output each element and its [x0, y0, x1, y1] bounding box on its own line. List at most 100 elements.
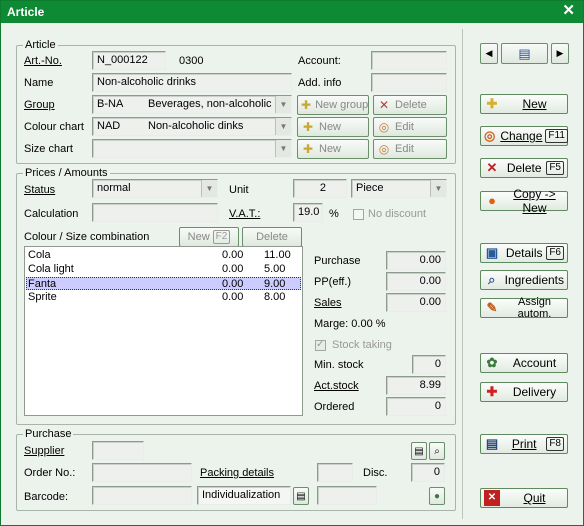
- purchase-legend: Purchase: [25, 428, 72, 440]
- arrow-right-icon: ▶: [556, 48, 564, 58]
- order-no-label: Order No.:: [24, 467, 76, 479]
- chevron-down-icon[interactable]: ▼: [275, 96, 291, 113]
- print-button[interactable]: ▤ Print F8: [480, 434, 568, 454]
- disc-field[interactable]: 0: [411, 463, 445, 482]
- supplier-list-button[interactable]: ▤: [411, 442, 427, 460]
- combo-label: Colour / Size combination: [24, 231, 150, 243]
- barcode-button[interactable]: ●: [429, 487, 445, 505]
- change-button[interactable]: ◎ Change F11: [480, 126, 568, 146]
- delivery-icon: ✚: [486, 384, 498, 399]
- list-item[interactable]: Cola light 0.00 5.00: [26, 263, 301, 276]
- chevron-down-icon[interactable]: ▼: [275, 118, 291, 135]
- ordered-label: Ordered: [314, 401, 355, 413]
- name-field[interactable]: Non-alcoholic drinks: [92, 73, 292, 92]
- calculation-field[interactable]: [92, 203, 218, 222]
- art-code: 0300: [179, 55, 204, 67]
- group-name: Beverages, non-alcoholic: [148, 98, 272, 110]
- new-colour-button[interactable]: ✚ New: [297, 117, 369, 137]
- list-item[interactable]: Sprite 0.00 8.00: [26, 291, 301, 304]
- supplier-label: Supplier: [24, 445, 65, 457]
- min-stock-label: Min. stock: [314, 359, 364, 371]
- wand-icon: ✎: [486, 300, 498, 315]
- ingredients-button[interactable]: ⌕ Ingredients: [480, 270, 568, 290]
- delete-group-button[interactable]: ✕ Delete: [373, 95, 447, 115]
- copy-new-button[interactable]: ● Copy -> New: [480, 187, 568, 215]
- title-bar: Article ✕: [1, 1, 583, 23]
- colour-code: NAD: [97, 120, 121, 132]
- barcode-extra-field[interactable]: [317, 486, 377, 505]
- combo-list[interactable]: Cola 0.00 11.00 Cola light 0.00 5.00 Fanta 0.…: [24, 246, 303, 416]
- individualization-button[interactable]: ▤: [293, 487, 309, 505]
- account-label: Account:: [298, 55, 341, 67]
- chevron-down-icon[interactable]: ▼: [275, 140, 291, 157]
- packing-field[interactable]: [317, 463, 353, 482]
- colour-chart-label: Colour chart: [24, 121, 84, 133]
- supplier-field[interactable]: [92, 441, 144, 460]
- size-chart-select[interactable]: ▼: [92, 139, 292, 158]
- list-item-selected[interactable]: Fanta 0.00 9.00: [26, 277, 301, 290]
- vat-field[interactable]: 19.0: [293, 203, 323, 222]
- name-label: Name: [24, 77, 54, 89]
- order-no-field[interactable]: [92, 463, 192, 482]
- marge-text: Marge: 0.00 %: [314, 318, 386, 330]
- delete-combo-button[interactable]: Delete: [242, 227, 302, 247]
- list-icon: ▤: [518, 45, 531, 61]
- barcode-field[interactable]: [92, 486, 192, 505]
- account-field[interactable]: [371, 51, 447, 70]
- cross-icon: ✕: [378, 98, 390, 112]
- details-button[interactable]: ▣ Details F6: [480, 243, 568, 263]
- supplier-search-button[interactable]: ⌕: [429, 442, 445, 460]
- unit-select[interactable]: Piece ▼: [351, 179, 447, 198]
- chevron-down-icon[interactable]: ▼: [201, 180, 217, 197]
- pp-eff-label: PP(eff.): [314, 276, 352, 288]
- min-stock-field[interactable]: 0: [412, 355, 446, 374]
- delete-button[interactable]: ✕ Delete F5: [480, 158, 568, 178]
- pp-eff-field: 0.00: [386, 272, 446, 291]
- colour-chart-select[interactable]: NAD Non-alcoholic dinks ▼: [92, 117, 292, 136]
- globe-icon: ●: [433, 490, 441, 502]
- quit-button[interactable]: ✕ Quit: [480, 488, 568, 508]
- article-legend: Article: [25, 39, 56, 51]
- art-no-field[interactable]: N_000122: [92, 51, 166, 70]
- group-select[interactable]: B-NA Beverages, non-alcoholic ▼: [92, 95, 292, 114]
- new-size-button[interactable]: ✚ New: [297, 139, 369, 159]
- sales-label: Sales: [314, 297, 342, 309]
- account-button[interactable]: ✿ Account: [480, 353, 568, 373]
- prices-legend: Prices / Amounts: [25, 167, 108, 179]
- new-button[interactable]: ✚ New: [480, 94, 568, 114]
- status-label: Status: [24, 184, 56, 196]
- vat-label: V.A.T.:: [229, 208, 261, 220]
- list-icon: ▤: [414, 445, 424, 457]
- chevron-down-icon[interactable]: ▼: [430, 180, 446, 197]
- edit-colour-button[interactable]: ◎ Edit: [373, 117, 447, 137]
- edit-size-button[interactable]: ◎ Edit: [373, 139, 447, 159]
- individualization-field[interactable]: Individualization: [197, 486, 291, 505]
- list-item[interactable]: Cola 0.00 11.00: [26, 249, 301, 262]
- ordered-field: 0: [386, 397, 446, 416]
- add-info-field[interactable]: [371, 73, 447, 92]
- stock-taking-label: Stock taking: [332, 339, 392, 351]
- new-combo-button[interactable]: New F2: [179, 227, 239, 247]
- status-select[interactable]: normal ▼: [92, 179, 218, 198]
- group-code: B-NA: [97, 98, 124, 110]
- sales-field: 0.00: [386, 293, 446, 312]
- close-icon[interactable]: ✕: [562, 3, 575, 19]
- delivery-button[interactable]: ✚ Delivery: [480, 382, 568, 402]
- no-discount-label: No discount: [368, 208, 427, 220]
- window-title: Article: [7, 5, 45, 19]
- search-icon: ⌕: [488, 272, 496, 287]
- assign-autom-button[interactable]: ✎ Assign autom.: [480, 296, 568, 320]
- account-icon: ✿: [486, 355, 498, 370]
- change-icon: ◎: [484, 128, 496, 143]
- edit-icon: ◎: [378, 142, 390, 156]
- new-group-button[interactable]: ✚ New group: [297, 95, 369, 115]
- plus-icon: ✚: [301, 98, 312, 112]
- unit-qty-field[interactable]: 2: [293, 179, 347, 198]
- record-list-button[interactable]: ▤: [501, 43, 548, 64]
- next-record-button[interactable]: ▶: [551, 43, 569, 64]
- check-icon: ✓: [316, 339, 325, 350]
- prev-record-button[interactable]: ◀: [480, 43, 498, 64]
- stock-taking-checkbox[interactable]: ✓: [315, 339, 326, 351]
- disc-label: Disc.: [363, 467, 388, 479]
- no-discount-checkbox[interactable]: [353, 209, 364, 220]
